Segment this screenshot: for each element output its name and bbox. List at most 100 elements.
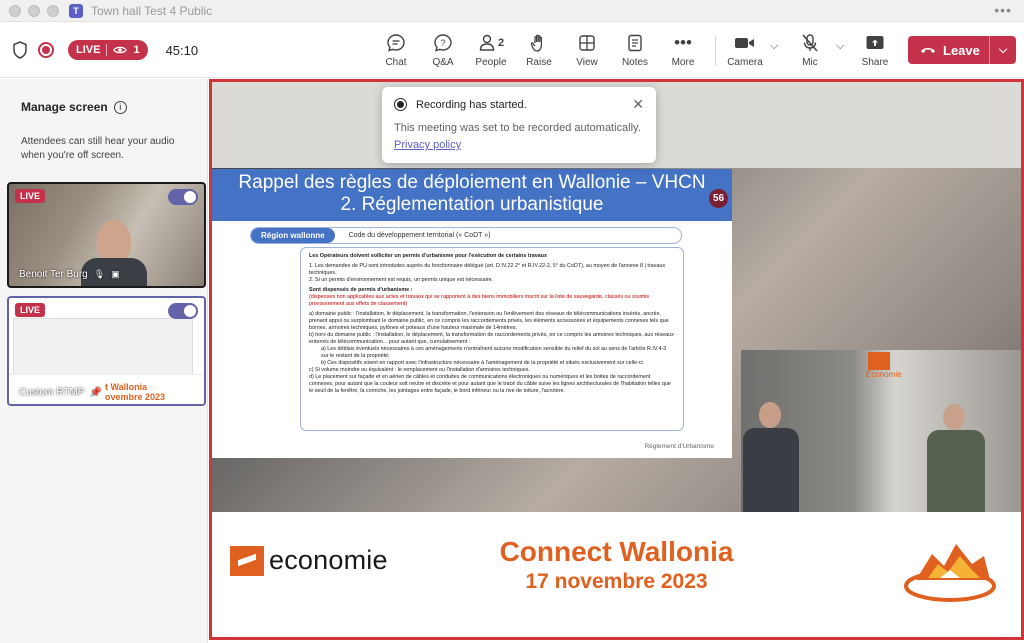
slide-content-box: Les Opérateurs doivent solliciter un per… — [300, 247, 684, 431]
toast-title: Recording has started. — [416, 98, 527, 111]
region-pill: Région wallonne — [251, 228, 335, 243]
participant-name: Custom RTMP — [19, 387, 85, 398]
raise-hand-button[interactable]: Raise — [515, 32, 563, 68]
slide-exempt-title: Sont dispensés de permis d'urbanisme : — [309, 287, 413, 293]
window-controls[interactable] — [9, 4, 59, 17]
slide-item-c: c) Si volume moindre ou équivalent : le … — [309, 367, 530, 373]
economie-inset-logo: Économie — [866, 352, 908, 388]
main-stage: Rappel des règles de déploiement en Wall… — [209, 79, 1024, 640]
slide-item-d: d) Le placement sur façade et en aérien … — [309, 374, 671, 394]
rtmp-preview-title: t Wallonia ovembre 2023 — [105, 382, 165, 402]
speaker-left — [743, 428, 799, 512]
speaker-video-inset: Économie — [741, 350, 1021, 512]
leave-label: Leave — [943, 42, 980, 58]
people-count: 2 — [497, 37, 505, 49]
people-icon: 2 — [467, 32, 515, 54]
live-separator — [106, 44, 108, 56]
qa-button[interactable]: ? Q&A — [419, 32, 467, 68]
slide-footer: Règlement d'Urbanisme — [644, 443, 714, 450]
slide-item-b: b) hors du domaine public : l'installati… — [309, 332, 674, 345]
video-camera-icon — [721, 32, 769, 54]
viewer-count: 1 — [133, 44, 140, 56]
slide-intro: Les Opérateurs doivent solliciter un per… — [309, 253, 548, 259]
region-code: Code du développement territorial (« CoD… — [348, 232, 491, 239]
toast-body: This meeting was set to be recorded auto… — [394, 120, 644, 154]
participant-tile[interactable]: LIVE Benoit Ter Burg 🎙 ▣ — [7, 182, 206, 288]
mic-options-chevron-icon[interactable]: ⌵ — [836, 40, 844, 53]
chat-icon — [372, 32, 420, 54]
teams-logo-icon: T — [69, 3, 83, 18]
manage-screen-title: Manage screen i — [21, 100, 127, 114]
meeting-toolbar: LIVE 1 45:10 Chat ? Q&A 2 People Raise V… — [0, 22, 1024, 78]
people-label: People — [475, 57, 507, 68]
view-button[interactable]: View — [563, 32, 611, 68]
toast-header: Recording has started. — [394, 98, 644, 111]
minimize-window-icon[interactable] — [28, 4, 40, 17]
tile-on-screen-toggle[interactable] — [168, 303, 198, 319]
leave-options-chevron-icon[interactable]: ⌵ — [990, 44, 1016, 57]
share-button[interactable]: Share — [851, 32, 899, 68]
slide-item-a: a) domaine public : l'installation, le d… — [309, 311, 669, 331]
zoom-window-icon[interactable] — [47, 4, 59, 17]
grid-view-icon — [563, 32, 611, 54]
recording-indicator-icon — [38, 42, 54, 58]
recording-icon — [394, 98, 407, 111]
tile-live-badge: LIVE — [15, 303, 46, 317]
qa-icon: ? — [419, 32, 467, 54]
connect-wallonia-logo — [904, 544, 996, 602]
window-titlebar: T Town hall Test 4 Public ••• — [0, 0, 1024, 22]
slide-exempt-note: (dispenses non applicables aux actes et … — [309, 294, 650, 307]
close-window-icon[interactable] — [9, 4, 21, 17]
share-screen-icon — [851, 32, 899, 54]
camera-options-chevron-icon[interactable]: ⌵ — [770, 40, 778, 53]
event-date: 17 novembre 2023 — [525, 570, 708, 593]
close-icon[interactable]: ✕ — [632, 96, 644, 113]
mic-label: Mic — [802, 57, 818, 68]
mic-button[interactable]: Mic — [786, 32, 834, 68]
recording-notification: Recording has started. ✕ This meeting wa… — [382, 87, 656, 163]
leave-main[interactable]: Leave — [908, 36, 990, 64]
tile-on-screen-toggle[interactable] — [168, 189, 198, 205]
rtmp-preview-slide — [13, 318, 193, 376]
notes-label: Notes — [621, 57, 649, 68]
camera-button[interactable]: Camera — [721, 32, 769, 68]
tile-live-badge: LIVE — [15, 189, 46, 203]
shield-icon — [13, 41, 27, 59]
participant-video — [97, 220, 131, 262]
event-banner: economie Connect Wallonia 17 novembre 20… — [212, 512, 1021, 637]
more-button[interactable]: ••• More — [659, 32, 707, 68]
custom-rtmp-tile[interactable]: t Wallonia ovembre 2023 LIVE Custom RTMP … — [7, 296, 206, 406]
more-options-icon[interactable]: ••• — [994, 2, 1012, 18]
economie-inset-text: Économie — [866, 370, 902, 379]
people-button[interactable]: 2 People — [467, 32, 515, 68]
slide-title-line1: Rappel des règles de déploiement en Wall… — [238, 172, 706, 193]
raise-label: Raise — [526, 57, 552, 68]
slide-number: 56 — [709, 189, 728, 208]
event-title: Connect Wallonia — [499, 536, 734, 567]
region-row: Région wallonne Code du développement te… — [250, 227, 682, 244]
view-label: View — [576, 57, 598, 68]
toolbar-status: LIVE 1 45:10 — [12, 40, 198, 60]
slide-header: Rappel des règles de déploiement en Wall… — [212, 169, 732, 221]
toolbar-divider — [715, 36, 716, 66]
toast-message: This meeting was set to be recorded auto… — [394, 122, 641, 134]
info-icon[interactable]: i — [113, 100, 127, 114]
speaker-right — [927, 430, 985, 512]
manage-screen-panel: Manage screen i Attendees can still hear… — [0, 79, 208, 643]
qa-label: Q&A — [432, 57, 454, 68]
slide-point2: 2. Si un permis d'environnement est requ… — [309, 277, 494, 283]
hand-icon — [515, 32, 563, 54]
camera-label: Camera — [727, 57, 763, 68]
manage-screen-description: Attendees can still hear your audio when… — [21, 136, 175, 161]
hang-up-phone-icon — [921, 48, 935, 53]
live-badge[interactable]: LIVE 1 — [68, 40, 148, 60]
privacy-policy-link[interactable]: Privacy policy — [394, 139, 461, 151]
notes-button[interactable]: Notes — [611, 32, 659, 68]
svg-text:?: ? — [440, 38, 445, 48]
chat-button[interactable]: Chat — [372, 32, 420, 68]
slide-item-b-a: a) Les déblais éventuels nécessaires à c… — [321, 346, 667, 359]
slide-point1: 1. Les demandes de PU sont introduites a… — [309, 263, 666, 276]
screen-share-icon: ▣ — [111, 269, 120, 279]
leave-button[interactable]: Leave ⌵ — [908, 36, 1016, 64]
window-title: Town hall Test 4 Public — [91, 3, 213, 18]
